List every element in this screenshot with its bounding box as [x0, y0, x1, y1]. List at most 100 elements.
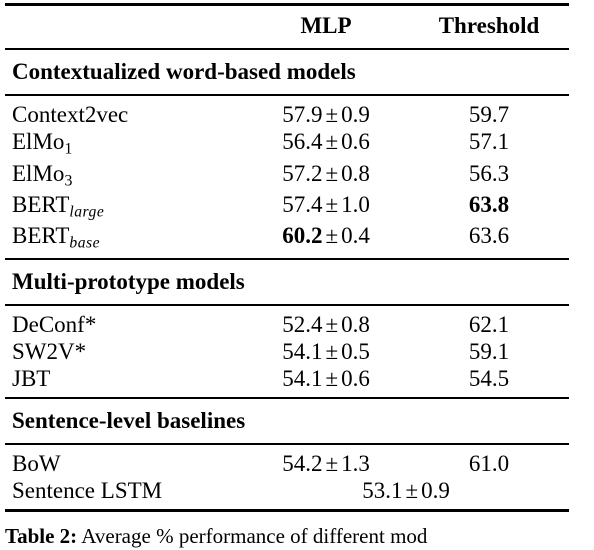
column-header-blank [5, 6, 243, 49]
cell-mlp: 52.4 ±0.8 [243, 306, 409, 338]
row-label-subscript: base [69, 234, 101, 252]
row-label-text: DeConf* [12, 312, 97, 338]
threshold-value: 56.3 [468, 160, 510, 186]
cell-threshold: 56.3 [409, 160, 569, 192]
row-label-context2vec: Context2vec [5, 96, 243, 128]
section-title: Multi-prototype models [12, 269, 245, 295]
row-label-sentence-lstm: Sentence LSTM [5, 477, 243, 511]
mlp-std: 0.4 [341, 223, 370, 249]
cell-mlp: 60.2 ±0.4 [243, 222, 409, 259]
threshold-value: 62.1 [468, 312, 510, 338]
cell-mlp: 54.1 ±0.6 [243, 365, 409, 398]
mlp-mean: 52.4 [282, 312, 323, 338]
row-label-text: BoW [12, 451, 61, 477]
mlp-std: 0.8 [341, 312, 370, 338]
table-row: SW2V* 54.1 ±0.5 59.1 [5, 338, 569, 365]
mlp-std: 0.9 [341, 102, 370, 127]
cell-mlp: 54.2 ±1.3 [243, 445, 409, 477]
table-row: BERTlarge 57.4 ±1.0 63.8 [5, 191, 569, 222]
plus-minus-symbol: ± [325, 223, 339, 249]
section-header-contextualized: Contextualized word-based models [5, 50, 569, 95]
table-row: BERTbase 60.2 ±0.4 63.6 [5, 222, 569, 259]
section-header-sentence-level: Sentence-level baselines [5, 399, 569, 444]
mlp-std: 0.6 [341, 129, 370, 154]
plus-minus-symbol: ± [325, 339, 339, 365]
mlp-std: 1.0 [341, 192, 370, 218]
row-label-text: ElMo [12, 129, 65, 154]
mlp-std: 1.3 [341, 451, 370, 477]
plus-minus-symbol: ± [405, 478, 419, 504]
cell-spanning-value: 53.1 ±0.9 [243, 477, 569, 511]
caption-label: Table 2: [5, 524, 78, 548]
row-label-bert-large: BERTlarge [5, 191, 243, 222]
results-table: MLP Threshold Contextualized word-based … [5, 3, 569, 513]
cell-mlp: 56.4 ±0.6 [243, 128, 409, 160]
cell-threshold: 62.1 [409, 306, 569, 338]
row-label-subscript: 1 [64, 140, 73, 158]
caption-text: Average % performance of different mod [77, 524, 428, 548]
table-bottom-rule [5, 509, 569, 513]
mlp-mean: 56.4 [282, 129, 323, 154]
cell-mlp: 54.1 ±0.5 [243, 338, 409, 365]
row-label-deconf: DeConf* [5, 306, 243, 338]
results-table-container: MLP Threshold Contextualized word-based … [5, 3, 569, 513]
table-header-row: MLP Threshold [5, 6, 569, 49]
table-figure-page: MLP Threshold Contextualized word-based … [0, 0, 594, 548]
row-label-text: BERT [12, 223, 70, 249]
mlp-mean: 57.9 [282, 102, 323, 127]
table-row: Context2vec 57.9 ±0.9 59.7 [5, 96, 569, 128]
table-row: BoW 54.2 ±1.3 61.0 [5, 445, 569, 477]
table-row: ElMo3 57.2 ±0.8 56.3 [5, 160, 569, 192]
cell-threshold: 57.1 [409, 128, 569, 160]
column-header-mlp: MLP [300, 13, 352, 38]
plus-minus-symbol: ± [325, 451, 339, 477]
row-label-text: SW2V* [12, 339, 87, 365]
row-label-bow: BoW [5, 445, 243, 477]
threshold-value: 61.0 [468, 451, 510, 477]
cell-threshold: 59.7 [409, 96, 569, 128]
cell-threshold: 59.1 [409, 338, 569, 365]
threshold-value: 59.7 [468, 102, 510, 127]
plus-minus-symbol: ± [325, 312, 339, 338]
threshold-value: 57.1 [468, 129, 510, 154]
column-header-threshold: Threshold [438, 13, 540, 38]
cell-mlp: 57.2 ±0.8 [243, 160, 409, 192]
row-label-elmo1: ElMo1 [5, 128, 243, 160]
row-label-text: Context2vec [12, 102, 129, 127]
table-row: Sentence LSTM 53.1 ±0.9 [5, 477, 569, 511]
row-label-subscript: 3 [64, 172, 73, 190]
mlp-mean: 54.1 [282, 366, 323, 392]
mlp-mean: 57.4 [282, 192, 323, 218]
mlp-mean: 57.2 [282, 160, 323, 186]
mlp-mean: 54.2 [282, 451, 323, 477]
plus-minus-symbol: ± [325, 102, 339, 127]
cell-mlp: 57.9 ±0.9 [243, 96, 409, 128]
row-label-elmo3: ElMo3 [5, 160, 243, 192]
section-title: Contextualized word-based models [12, 59, 356, 84]
mlp-std: 0.5 [341, 339, 370, 365]
table-row: ElMo1 56.4 ±0.6 57.1 [5, 128, 569, 160]
mlp-std: 0.8 [341, 160, 370, 186]
row-label-jbt: JBT [5, 365, 243, 398]
span-mean: 53.1 [362, 478, 403, 504]
threshold-value: 63.8 [468, 192, 510, 218]
table-caption: Table 2: Average % performance of differ… [5, 524, 589, 550]
row-label-subscript: large [69, 203, 105, 221]
cell-threshold: 54.5 [409, 365, 569, 398]
table-row: DeConf* 52.4 ±0.8 62.1 [5, 306, 569, 338]
cell-threshold: 63.8 [409, 191, 569, 222]
plus-minus-symbol: ± [325, 160, 339, 186]
threshold-value: 59.1 [468, 339, 510, 365]
section-header-multi-prototype: Multi-prototype models [5, 260, 569, 305]
mlp-mean: 60.2 [282, 223, 323, 249]
row-label-text: Sentence LSTM [12, 478, 163, 504]
cell-mlp: 57.4 ±1.0 [243, 191, 409, 222]
section-title: Sentence-level baselines [12, 408, 246, 434]
plus-minus-symbol: ± [325, 192, 339, 218]
cell-threshold: 61.0 [409, 445, 569, 477]
mlp-mean: 54.1 [282, 339, 323, 365]
row-label-sw2v: SW2V* [5, 338, 243, 365]
row-label-text: BERT [12, 192, 70, 218]
row-label-text: ElMo [12, 160, 65, 186]
row-label-text: JBT [12, 366, 51, 392]
